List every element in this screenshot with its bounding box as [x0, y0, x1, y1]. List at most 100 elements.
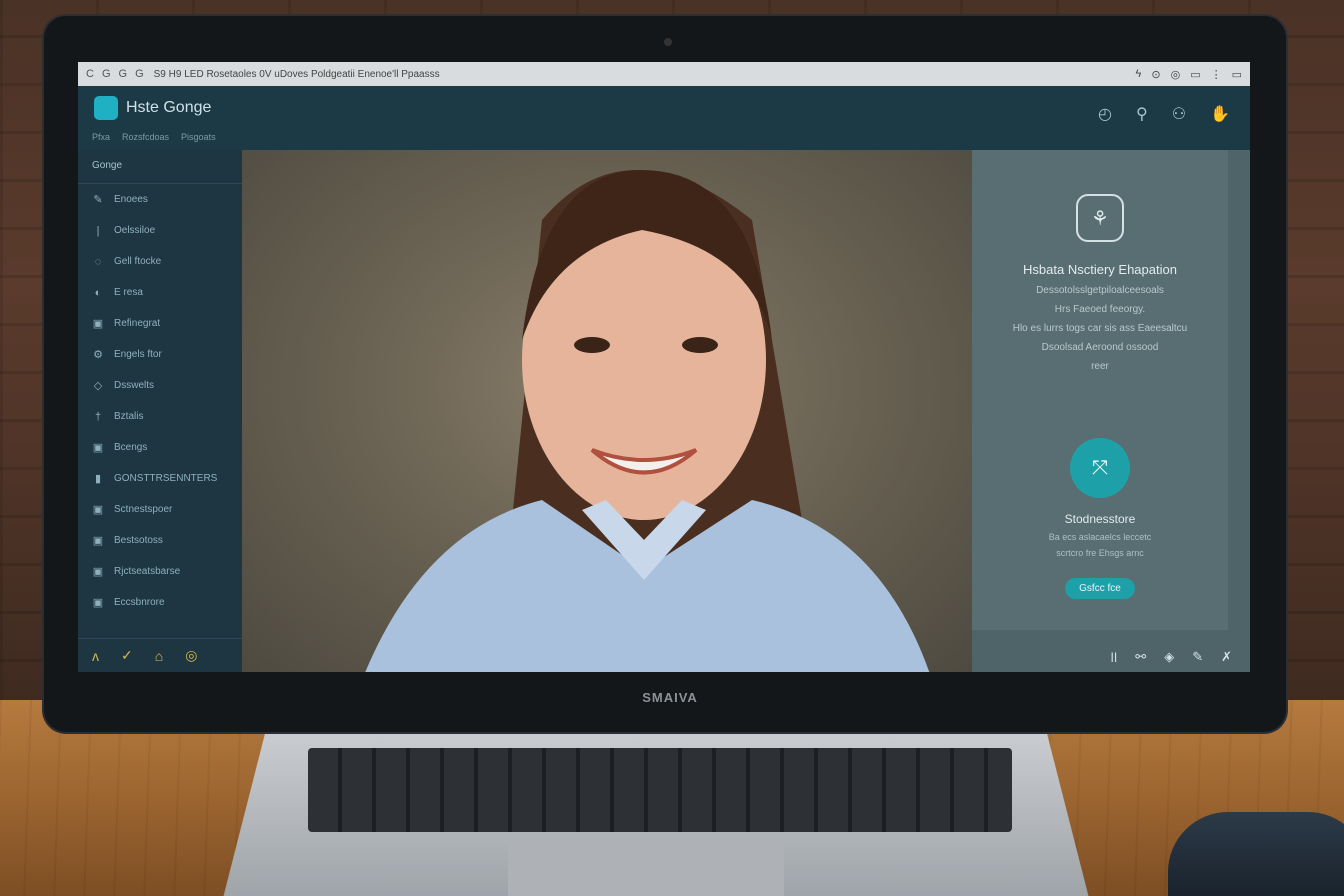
record-icon[interactable]: ◎: [185, 647, 197, 664]
history-icon[interactable]: ⊙: [1151, 68, 1160, 81]
browser-actions: ϟ ⊙ ◎ ▭ ⋮ ▭: [1136, 68, 1242, 81]
sidebar-item-label: Eccsbnrore: [114, 597, 165, 608]
info-panel: ⚘ Hsbata Nsctiery Ehapation Dessotolsslg…: [972, 150, 1250, 672]
circle-icon: ◌: [94, 255, 102, 268]
check-icon[interactable]: ✓: [121, 647, 133, 664]
panel-line: Dsoolsad Aeroond ossood: [1041, 342, 1159, 353]
share-icon[interactable]: ⤧: [1070, 438, 1130, 498]
sidebar-item-label: Gell ftocke: [114, 256, 162, 267]
sidebar: Gonge ✎ Enoees | Oelssiloe ◌ Gell ftocke ◐ E…: [78, 150, 242, 672]
cross-icon: †: [94, 410, 102, 423]
panel-line: Hlo es lurrs togs car sis ass Eaeesaltcu: [1012, 323, 1188, 334]
sidebar-item[interactable]: ✎ Enoees: [78, 184, 242, 215]
search-icon[interactable]: ⚲: [1136, 104, 1148, 124]
sidebar-item[interactable]: ◌ Gell ftocke: [78, 246, 242, 277]
sidebar-item-label: Engels ftor: [114, 349, 162, 360]
settings-icon[interactable]: ◴: [1098, 104, 1112, 124]
address-bar[interactable]: S9 H9 LED Rosetaoles 0V uDoves Poldgeati…: [154, 69, 440, 80]
collapse-icon[interactable]: ʌ: [92, 648, 99, 664]
subnav-item[interactable]: Pfxa: [92, 132, 110, 142]
home-icon[interactable]: ⌂: [155, 648, 163, 664]
square-icon: ▣: [92, 566, 104, 578]
sidebar-item-label: Sctnestspoer: [114, 504, 173, 515]
diamond-icon: ◇: [93, 380, 103, 392]
subnav-item[interactable]: Pisgoats: [181, 132, 216, 142]
sidebar-item-label: Oelssiloe: [114, 225, 156, 236]
users-icon[interactable]: ⚇: [1172, 104, 1186, 124]
sidebar-item-label: Bcengs: [114, 442, 148, 453]
panel-line: Hrs Faeoed feeorgy.: [1054, 304, 1146, 315]
panel-small-line: Ba ecs aslacaelcs leccetc: [1048, 532, 1152, 542]
computer-mouse: [1168, 812, 1344, 896]
badge-icon: ⚘: [1076, 194, 1124, 242]
header-icons: ◴ ⚲ ⚇ ✋: [1098, 104, 1230, 124]
sidebar-item[interactable]: ◇ Dsswelts: [78, 370, 242, 401]
sidebar-item[interactable]: ▣ Bcengs: [78, 432, 242, 463]
sidebar-item-label: Enoees: [114, 194, 148, 205]
reload-icon[interactable]: G: [119, 68, 128, 80]
gear-icon: ⚙: [93, 349, 103, 361]
screen-share-icon[interactable]: ◈: [1164, 649, 1174, 665]
bar-icon: ▮: [94, 473, 102, 485]
panel-title: Hsbata Nsctiery Ehapation: [1023, 262, 1177, 277]
square-icon: ▣: [92, 318, 104, 330]
sidebar-item[interactable]: ▣ Sctnestspoer: [78, 494, 242, 525]
sidebar-header: Gonge: [78, 150, 242, 184]
menu-icon[interactable]: ⋮: [1211, 68, 1222, 81]
panel-line: Dessotolsslgetpiloalceesoals: [1036, 285, 1164, 296]
close-icon[interactable]: ✗: [1221, 649, 1232, 665]
app-title: Hste Gonge: [126, 99, 212, 116]
tab-icon[interactable]: ▭: [1232, 68, 1242, 81]
square-icon: ▣: [92, 504, 104, 516]
sidebar-item[interactable]: | Oelssiloe: [78, 215, 242, 246]
sidebar-item[interactable]: ◐ E resa: [78, 277, 242, 308]
sidebar-item-label: Bestsotoss: [114, 535, 163, 546]
pause-icon[interactable]: ǀǀ: [1111, 650, 1118, 665]
pen-icon: ✎: [93, 194, 103, 206]
sidebar-item[interactable]: ▣ Refinegrat: [78, 308, 242, 339]
browser-toolbar: C G G G S9 H9 LED Rosetaoles 0V uDoves P…: [78, 62, 1250, 86]
sidebar-item-label: Dsswelts: [114, 380, 155, 391]
info-card: ⚘ Hsbata Nsctiery Ehapation Dessotolsslg…: [972, 150, 1228, 630]
panel-name: Stodnesstore: [1064, 512, 1136, 526]
laptop-keyboard: [308, 748, 1012, 832]
panel-line: reer: [1091, 361, 1109, 372]
participant-video: [365, 170, 930, 672]
raise-hand-icon[interactable]: ✋: [1210, 104, 1230, 124]
app-screen: C G G G S9 H9 LED Rosetaoles 0V uDoves P…: [78, 62, 1250, 672]
sidebar-item[interactable]: † Bztalis: [78, 401, 242, 432]
window-icon[interactable]: ▭: [1190, 68, 1200, 81]
link-icon[interactable]: ⚯: [1135, 649, 1146, 665]
extension-icon[interactable]: ϟ: [1136, 68, 1142, 81]
sidebar-item[interactable]: ⚙ Engels ftor: [78, 339, 242, 370]
sidebar-item-label: GONSTTRSENNTERS: [114, 473, 218, 484]
sidebar-item-label: Bztalis: [114, 411, 144, 422]
sidebar-item-label: Rjctseatsbarse: [114, 566, 181, 577]
square-icon: ▣: [92, 442, 104, 454]
forward-icon[interactable]: G: [102, 68, 111, 80]
sidebar-item-label: Refinegrat: [114, 318, 161, 329]
home-icon[interactable]: G: [135, 68, 144, 80]
app-logo[interactable]: Hste Gonge: [94, 96, 211, 120]
half-circle-icon: ◐: [94, 286, 102, 299]
bar-icon: |: [96, 224, 100, 237]
sidebar-item[interactable]: ▣ Bestsotoss: [78, 525, 242, 556]
sidebar-footer: ʌ ✓ ⌂ ◎: [78, 638, 242, 672]
edit-icon[interactable]: ✎: [1192, 649, 1203, 665]
video-feed: [242, 150, 972, 672]
square-icon: ▣: [92, 535, 104, 547]
sidebar-item[interactable]: ▣ Rjctseatsbarse: [78, 556, 242, 587]
sidebar-item[interactable]: ▣ Eccsbnrore: [78, 587, 242, 618]
sidebar-item[interactable]: ▮ GONSTTRSENNTERS: [78, 463, 242, 494]
back-icon[interactable]: C: [86, 68, 94, 80]
sidebar-item-label: E resa: [114, 287, 143, 298]
webcam-dot: [664, 38, 672, 46]
panel-small-line: scrtcro fre Ehsgs arnc: [1056, 548, 1144, 558]
square-icon: ▣: [92, 597, 104, 609]
laptop-trackpad: [508, 842, 784, 896]
subnav-item[interactable]: Rozsfcdoas: [122, 132, 169, 142]
profile-icon[interactable]: ◎: [1171, 68, 1181, 81]
logo-icon: [94, 96, 118, 120]
browser-nav: C G G G: [86, 68, 144, 80]
panel-action-button[interactable]: Gsfcc fce: [1065, 578, 1135, 599]
